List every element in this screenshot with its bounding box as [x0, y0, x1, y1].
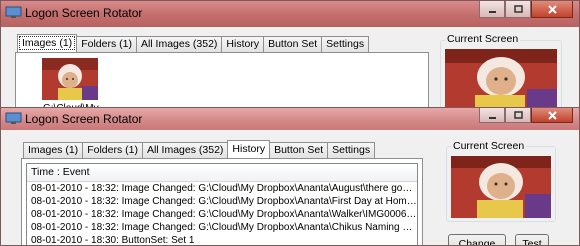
maximize-button[interactable]: [505, 108, 531, 123]
history-list-header[interactable]: Time : Event: [27, 164, 417, 182]
front-window-title: Logon Screen Rotator: [25, 112, 143, 126]
monitor-icon: [5, 112, 22, 125]
tab-folders[interactable]: Folders (1): [82, 142, 143, 158]
tab-all-images[interactable]: All Images (352): [135, 36, 223, 52]
front-current-screen-image: [451, 156, 551, 218]
front-tab-strip: Images (1) Folders (1) All Images (352) …: [23, 140, 376, 158]
maximize-icon: [513, 4, 523, 13]
history-row[interactable]: 08-01-2010 - 18:32: Image Changed: G:\Cl…: [27, 208, 417, 221]
minimize-button[interactable]: [479, 1, 505, 18]
baby-photo: [445, 49, 557, 111]
back-current-screen-group: Current Screen: [440, 33, 562, 111]
tab-images[interactable]: Images (1): [23, 142, 84, 158]
tab-history[interactable]: History: [227, 140, 271, 158]
baby-photo: [451, 156, 551, 218]
history-row[interactable]: 08-01-2010 - 18:32: Image Changed: G:\Cl…: [27, 182, 417, 195]
back-titlebar[interactable]: Logon Screen Rotator: [1, 1, 579, 27]
tab-images[interactable]: Images (1): [17, 34, 78, 52]
minimize-icon: [488, 116, 496, 119]
change-now-button[interactable]: Change Now: [448, 234, 506, 245]
tab-button-set[interactable]: Button Set: [269, 142, 329, 158]
tab-button-set[interactable]: Button Set: [263, 36, 323, 52]
close-button[interactable]: [531, 1, 573, 18]
history-row[interactable]: 08-01-2010 - 18:30: ButtonSet: Set 1: [27, 234, 417, 245]
tab-all-images[interactable]: All Images (352): [141, 142, 229, 158]
close-icon: [547, 110, 557, 120]
baby-photo-thumbnail: [42, 58, 98, 100]
history-row[interactable]: 08-01-2010 - 18:32: Image Changed: G:\Cl…: [27, 195, 417, 208]
monitor-icon: [5, 6, 22, 19]
back-window-title: Logon Screen Rotator: [25, 6, 143, 20]
front-current-screen-label: Current Screen: [451, 140, 527, 152]
history-row[interactable]: 08-01-2010 - 18:32: Image Changed: G:\Cl…: [27, 221, 417, 234]
tab-settings[interactable]: Settings: [327, 142, 376, 158]
test-button[interactable]: Test: [515, 234, 549, 245]
images-panel: G:\Cloud\My: [15, 52, 429, 114]
history-panel: Time : Event 08-01-2010 - 18:32: Image C…: [21, 158, 423, 245]
minimize-icon: [488, 10, 496, 13]
back-tab-strip: Images (1) Folders (1) All Images (352) …: [17, 34, 370, 52]
image-thumbnail[interactable]: [42, 58, 98, 100]
close-button[interactable]: [531, 108, 573, 123]
back-current-screen-image: [445, 49, 557, 111]
history-list[interactable]: Time : Event 08-01-2010 - 18:32: Image C…: [26, 163, 418, 245]
maximize-icon: [513, 110, 523, 119]
tab-history[interactable]: History: [221, 36, 265, 52]
tab-settings[interactable]: Settings: [321, 36, 370, 52]
front-window: Logon Screen Rotator Images (1) Folders …: [0, 107, 580, 246]
maximize-button[interactable]: [505, 1, 531, 18]
minimize-button[interactable]: [479, 108, 505, 123]
front-titlebar[interactable]: Logon Screen Rotator: [1, 108, 579, 130]
front-current-screen-group: Current Screen: [446, 140, 556, 222]
close-icon: [547, 4, 557, 14]
tab-folders[interactable]: Folders (1): [76, 36, 137, 52]
back-current-screen-label: Current Screen: [445, 33, 521, 45]
